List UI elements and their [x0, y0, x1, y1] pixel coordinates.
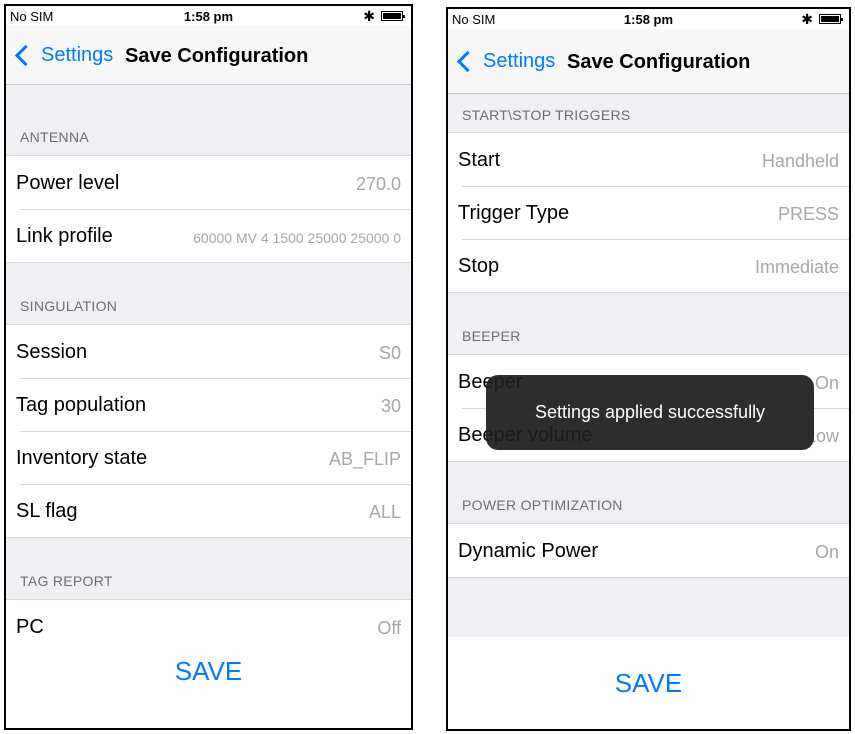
chevron-left-icon: [14, 44, 37, 67]
save-bar: SAVE: [6, 646, 411, 728]
success-toast: Settings applied successfully: [486, 375, 814, 450]
settings-list: START\STOP TRIGGERS Start Handheld Trigg…: [448, 94, 849, 578]
power-optimization-group: Dynamic Power On: [448, 523, 849, 578]
back-label: Settings: [483, 50, 556, 72]
back-button[interactable]: Settings: [14, 44, 113, 67]
navigation-bar: Settings Save Configuration: [448, 29, 849, 94]
antenna-group: Power level 270.0 Link profile 60000 MV …: [6, 155, 411, 263]
row-trigger-type[interactable]: Trigger Type PRESS: [448, 186, 849, 239]
row-power-level[interactable]: Power level 270.0: [6, 156, 411, 209]
phone-screen-left: No SIM 1:58 pm ✱ Settings Save Configura…: [4, 4, 413, 730]
row-link-profile[interactable]: Link profile 60000 MV 4 1500 25000 25000…: [6, 209, 411, 262]
bluetooth-icon: ✱: [363, 8, 375, 24]
row-sl-flag[interactable]: SL flag ALL: [6, 484, 411, 537]
row-dynamic-power[interactable]: Dynamic Power On: [448, 524, 849, 577]
battery-icon: [819, 14, 843, 24]
save-button[interactable]: SAVE: [448, 668, 849, 699]
page-title: Save Configuration: [125, 45, 309, 67]
section-header-singulation: SINGULATION: [20, 298, 118, 314]
status-bar: No SIM 1:58 pm ✱: [448, 9, 849, 29]
section-header-triggers: START\STOP TRIGGERS: [462, 107, 631, 123]
status-bar: No SIM 1:58 pm ✱: [6, 6, 411, 26]
section-header-power-optimization: POWER OPTIMIZATION: [462, 497, 623, 513]
singulation-group: Session S0 Tag population 30 Inventory s…: [6, 324, 411, 538]
navigation-bar: Settings Save Configuration: [6, 26, 411, 85]
battery-icon: [381, 11, 405, 21]
phone-screen-right: No SIM 1:58 pm ✱ Settings Save Configura…: [446, 7, 851, 731]
status-time: 1:58 pm: [183, 9, 234, 24]
chevron-left-icon: [456, 50, 479, 73]
settings-list: ANTENNA Power level 270.0 Link profile 6…: [6, 85, 411, 654]
bluetooth-icon: ✱: [801, 11, 813, 27]
row-inventory-state[interactable]: Inventory state AB_FLIP: [6, 431, 411, 484]
row-stop[interactable]: Stop Immediate: [448, 239, 849, 292]
back-label: Settings: [41, 44, 114, 66]
row-tag-population[interactable]: Tag population 30: [6, 378, 411, 431]
section-header-beeper: BEEPER: [462, 328, 521, 344]
back-button[interactable]: Settings: [456, 50, 555, 73]
save-bar: SAVE: [448, 637, 849, 729]
page-title: Save Configuration: [567, 51, 751, 73]
section-header-tag-report: TAG REPORT: [20, 573, 113, 589]
section-header-antenna: ANTENNA: [20, 129, 89, 145]
row-session[interactable]: Session S0: [6, 325, 411, 378]
status-time: 1:58 pm: [623, 12, 674, 27]
row-start[interactable]: Start Handheld: [448, 133, 849, 186]
triggers-group: Start Handheld Trigger Type PRESS Stop I…: [448, 132, 849, 293]
save-button[interactable]: SAVE: [6, 656, 411, 687]
toast-message: Settings applied successfully: [534, 402, 766, 422]
